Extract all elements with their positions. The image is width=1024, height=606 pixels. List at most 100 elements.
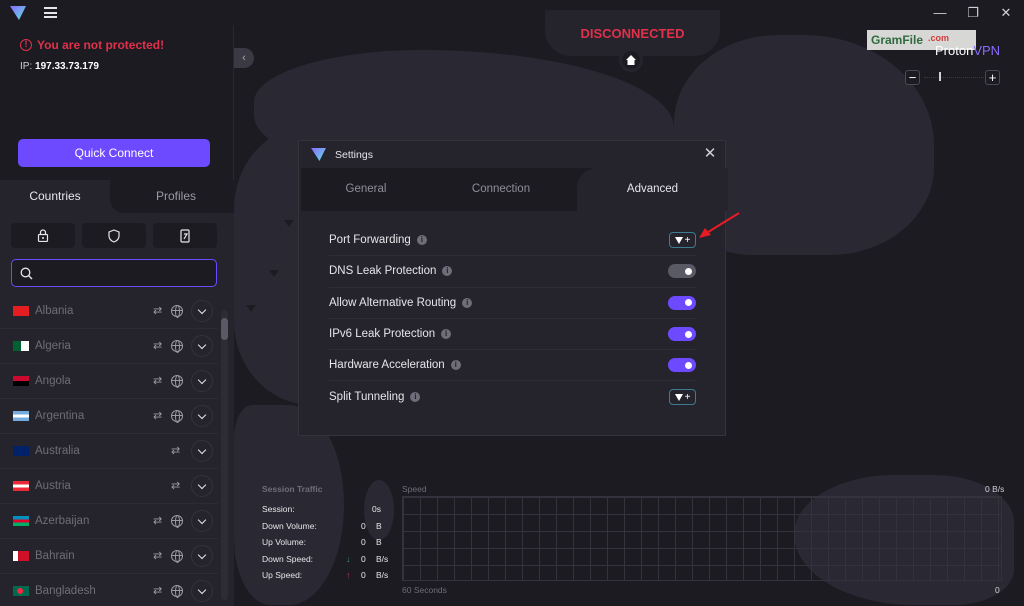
tab-countries[interactable]: Countries — [0, 180, 110, 213]
minimize-button[interactable]: — — [925, 3, 955, 23]
lock-icon — [37, 229, 49, 242]
country-row[interactable]: Azerbaijan ⇄ — [0, 504, 218, 539]
proton-logo-icon — [674, 236, 683, 244]
info-icon[interactable]: i — [462, 297, 473, 308]
settings-tabs: General Connection Advanced — [301, 168, 728, 211]
advanced-settings-list: Port Forwarding i + DNS Leak Protection i All… — [329, 225, 697, 413]
p2p-icon: ⇄ — [171, 480, 181, 492]
expand-country-button[interactable] — [191, 580, 213, 602]
country-row[interactable]: Algeria ⇄ — [0, 329, 218, 364]
tab-advanced[interactable]: Advanced — [577, 168, 728, 211]
country-row[interactable]: Albania ⇄ — [0, 294, 218, 329]
brand-logo: ProtonVPN — [935, 43, 1000, 58]
filter-secure-core[interactable] — [11, 223, 75, 248]
traffic-value: 0s — [372, 504, 381, 514]
scrollbar-track[interactable] — [221, 310, 228, 600]
upgrade-plus-button[interactable]: + — [669, 232, 696, 249]
dialog-title: Settings — [335, 149, 373, 161]
country-name: Angola — [35, 375, 71, 387]
collapse-sidebar-button[interactable]: ‹ — [234, 48, 254, 68]
country-name: Bangladesh — [35, 585, 96, 597]
country-row[interactable]: Bangladesh ⇄ — [0, 574, 218, 606]
hamburger-menu-icon[interactable] — [44, 7, 57, 18]
expand-country-button[interactable] — [191, 405, 213, 427]
p2p-icon: ⇄ — [153, 305, 163, 317]
countries-panel: Countries Profiles Albania ⇄ Algeria ⇄ Angol… — [0, 180, 234, 606]
country-row[interactable]: Argentina ⇄ — [0, 399, 218, 434]
dialog-close-button[interactable]: ✕ — [702, 145, 718, 163]
speed-label: Speed — [402, 484, 427, 494]
flag-icon — [13, 516, 29, 526]
zoom-slider-track[interactable] — [924, 77, 984, 78]
tab-profiles[interactable]: Profiles — [118, 180, 234, 213]
info-icon[interactable]: i — [450, 360, 461, 371]
country-name: Australia — [35, 445, 80, 457]
settings-dialog: Settings ✕ General Connection Advanced P… — [298, 140, 728, 436]
country-name: Albania — [35, 305, 74, 317]
country-row[interactable]: Austria ⇄ — [0, 469, 218, 504]
traffic-unit: B/s — [376, 570, 389, 581]
home-button[interactable] — [619, 48, 643, 72]
scrollbar-thumb[interactable] — [221, 318, 228, 340]
tab-connection[interactable]: Connection — [431, 168, 571, 211]
traffic-label: Up Speed: — [262, 570, 303, 581]
info-icon[interactable]: i — [416, 235, 427, 246]
country-name: Bahrain — [35, 550, 75, 562]
expand-country-button[interactable] — [191, 545, 213, 567]
server-pin[interactable] — [269, 270, 279, 277]
expand-country-button[interactable] — [191, 510, 213, 532]
server-pin[interactable] — [246, 305, 256, 312]
flag-icon — [13, 481, 29, 491]
country-row[interactable]: Angola ⇄ — [0, 364, 218, 399]
restore-button[interactable]: ❐ — [958, 3, 988, 23]
setting-toggle[interactable] — [668, 358, 696, 373]
expand-country-button[interactable] — [191, 335, 213, 357]
shield-icon — [108, 228, 120, 243]
search-box[interactable] — [11, 259, 217, 287]
setting-row: Hardware Acceleration i — [329, 350, 697, 382]
tor-globe-icon — [171, 375, 183, 388]
expand-country-button[interactable] — [191, 300, 213, 322]
filter-netshield[interactable] — [82, 223, 146, 248]
setting-toggle[interactable] — [668, 295, 696, 310]
traffic-value: 0 — [361, 537, 366, 548]
quick-connect-button[interactable]: Quick Connect — [18, 139, 210, 167]
sidebar: ! You are not protected! IP: 197.33.73.1… — [0, 25, 234, 606]
expand-country-button[interactable] — [191, 475, 213, 497]
tor-globe-icon — [171, 340, 183, 353]
traffic-label: Session: — [262, 504, 295, 514]
toggle-knob — [685, 330, 692, 338]
country-row[interactable]: Australia ⇄ — [0, 434, 218, 469]
setting-toggle[interactable] — [668, 327, 696, 342]
filter-streaming[interactable] — [153, 223, 217, 248]
info-icon[interactable]: i — [442, 266, 453, 277]
plus-icon: + — [684, 391, 691, 403]
warning-icon: ! — [20, 39, 32, 51]
expand-country-button[interactable] — [191, 440, 213, 462]
upgrade-plus-button[interactable]: + — [669, 389, 696, 406]
watermark-text: GramFile — [871, 33, 924, 47]
tor-globe-icon — [171, 410, 183, 423]
country-row[interactable]: Bahrain ⇄ — [0, 539, 218, 574]
info-icon[interactable]: i — [410, 392, 421, 403]
flag-icon — [13, 341, 29, 351]
speed-x-end: 0 — [995, 585, 1000, 595]
zoom-slider-handle[interactable] — [939, 72, 941, 81]
search-input[interactable] — [39, 266, 209, 280]
expand-country-button[interactable] — [191, 370, 213, 392]
close-window-button[interactable]: ✕ — [991, 3, 1021, 23]
watermark-suffix: .com — [928, 32, 950, 43]
setting-row: DNS Leak Protection i — [329, 256, 697, 288]
tab-general[interactable]: General — [301, 168, 431, 211]
p2p-icon: ⇄ — [153, 340, 163, 352]
traffic-row: Down Volume: 0 B — [262, 521, 397, 538]
connection-status-text: DISCONNECTED — [580, 26, 685, 41]
server-pin[interactable] — [284, 220, 294, 227]
p2p-icon: ⇄ — [153, 410, 163, 422]
setting-row: Split Tunneling i + — [329, 381, 697, 412]
home-icon — [626, 55, 636, 65]
zoom-out-button[interactable]: − — [905, 70, 920, 85]
zoom-in-button[interactable]: + — [985, 70, 1000, 85]
info-icon[interactable]: i — [441, 329, 452, 340]
setting-toggle[interactable] — [668, 264, 696, 279]
